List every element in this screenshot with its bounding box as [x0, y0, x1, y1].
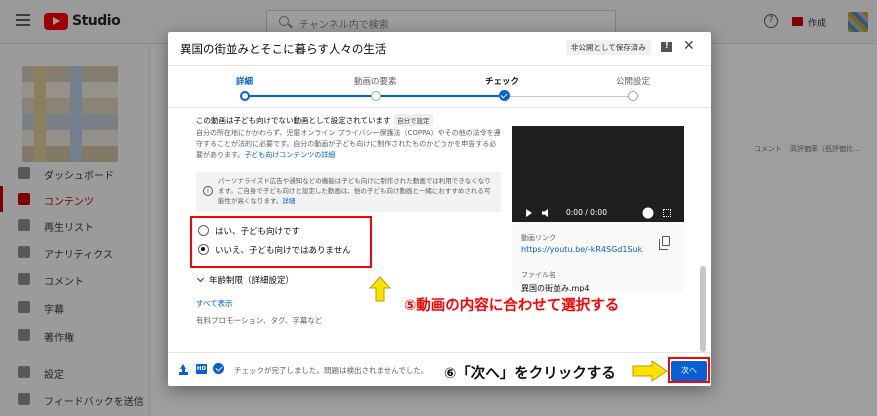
upload-icon	[179, 364, 188, 374]
video-preview[interactable]: 0:00 / 0:00	[512, 126, 684, 222]
info-details-link[interactable]: 詳細	[282, 197, 295, 205]
check-status-text: チェックが完了しました。問題は検出されませんでした。	[234, 366, 429, 375]
self-set-badge: 自分で設定	[394, 114, 433, 126]
dialog-title: 異国の街並みとそこに暮らす人々の生活	[180, 42, 387, 56]
video-info-panel: 動画リンク https://youtu.be/-kR4SGd1Suk ファイル名…	[512, 222, 684, 293]
video-link[interactable]: https://youtu.be/-kR4SGd1Suk	[521, 245, 642, 254]
fullscreen-icon[interactable]	[663, 209, 671, 217]
save-status-badge: 非公開として保存済み	[566, 40, 651, 55]
step-elements-dot[interactable]	[371, 91, 381, 101]
info-text: パーソナライズド広告や通知などの機能は子ども向けに制作された動画では利用できなく…	[218, 176, 496, 206]
video-time: 0:00 / 0:00	[566, 208, 607, 217]
step-checks-label[interactable]: チェック	[485, 75, 519, 87]
copy-icon[interactable]	[659, 236, 670, 250]
info-icon: i	[203, 186, 213, 196]
scrollbar[interactable]	[700, 266, 706, 352]
annotation-step5: ⑤動画の内容に合わせて選択する	[404, 298, 620, 314]
kids-content-link[interactable]: 子ども向けコンテンツの詳細	[244, 151, 335, 159]
age-restriction-label: 年齢制限（詳細設定）	[209, 276, 295, 286]
kids-description: 自分の所在地にかかわらず、児童オンライン プライバシー保護法（COPPA）やその…	[196, 128, 501, 161]
close-icon[interactable]: ✕	[683, 38, 695, 54]
info-box: i パーソナライズド広告や通知などの機能は子ども向けに制作された動画では利用でき…	[196, 172, 501, 212]
divider	[168, 107, 711, 108]
chevron-down-icon	[196, 274, 205, 283]
check-complete-icon	[213, 363, 224, 374]
arrow-right-icon	[632, 360, 668, 382]
step-elements-label[interactable]: 動画の要素	[354, 75, 397, 87]
step-visibility-dot[interactable]	[628, 91, 638, 101]
step-checks-check-icon[interactable]	[499, 90, 510, 101]
play-icon[interactable]	[526, 209, 532, 217]
step-details-dot[interactable]	[240, 91, 250, 101]
volume-icon[interactable]	[542, 209, 548, 217]
stepper-track-line	[504, 96, 628, 97]
info-text-body: パーソナライズド広告や通知などの機能は子ども向けに制作された動画では利用できなく…	[218, 177, 491, 205]
kids-status-text: この動画は子ども向けでない動画として設定されています	[196, 116, 391, 125]
kids-description-text: 自分の所在地にかかわらず、児童オンライン プライバシー保護法（COPPA）やその…	[196, 129, 501, 159]
arrow-up-icon	[369, 276, 391, 302]
show-all-description: 有料プロモーション、タグ、字幕など	[196, 316, 323, 325]
radio-highlight-box	[190, 216, 372, 268]
gear-icon[interactable]	[644, 209, 652, 217]
report-feedback-icon[interactable]	[661, 41, 672, 52]
age-restriction-toggle[interactable]: 年齢制限（詳細設定）	[196, 274, 295, 286]
divider	[168, 65, 711, 66]
video-controls: 0:00 / 0:00	[512, 204, 684, 222]
hd-icon: HD	[196, 364, 207, 374]
file-name-label: ファイル名	[521, 271, 556, 279]
upload-dialog: 異国の街並みとそこに暮らす人々の生活 非公開として保存済み ✕ 詳細 動画の要素…	[168, 32, 711, 386]
show-all-link[interactable]: すべて表示	[196, 298, 233, 309]
step-details-label[interactable]: 詳細	[236, 75, 253, 87]
divider	[168, 352, 711, 353]
annotation-step6: ⑥「次へ」をクリックする	[444, 366, 616, 382]
step-visibility-label[interactable]: 公開設定	[616, 75, 650, 87]
next-highlight-box	[668, 357, 710, 383]
video-link-label: 動画リンク	[521, 234, 556, 242]
